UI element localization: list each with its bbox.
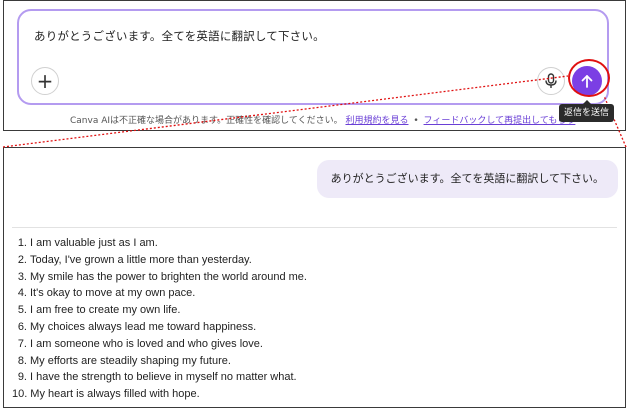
prompt-input[interactable]: ありがとうございます。全てを英語に翻訳して下さい。	[34, 28, 325, 44]
disclaimer-separator: •	[413, 116, 419, 126]
list-item: 9. I have the strength to believe in myse…	[17, 371, 297, 384]
list-item: 4. It's okay to move at my own pace.	[17, 287, 196, 300]
user-message-bubble: ありがとうございます。全てを英語に翻訳して下さい。	[316, 160, 618, 198]
feedback-link[interactable]: フィードバックして再提出してもらう	[424, 116, 576, 126]
list-item: 3. My smile has the power to brighten the…	[17, 270, 307, 283]
send-tooltip: 返信を送信	[559, 100, 615, 122]
conversation-panel: ありがとうございます。全てを英語に翻訳して下さい。 1. I am valuabl…	[3, 147, 626, 408]
add-attachment-button[interactable]: +	[31, 67, 59, 95]
plus-icon: +	[36, 69, 54, 93]
prompt-panel: ありがとうございます。全てを英語に翻訳して下さい。 + 返信を送信 Canva …	[3, 0, 626, 131]
disclaimer-text: Canva AIは不正確な場合があります。正確性を確認してください。	[70, 116, 343, 126]
message-divider	[12, 227, 617, 228]
list-item: 2. Today, I've grown a little more than y…	[17, 253, 252, 266]
list-item: 7. I am someone who is loved and who give…	[17, 337, 263, 350]
list-item: 5. I am free to create my own life.	[17, 304, 181, 317]
terms-link[interactable]: 利用規約を見る	[345, 116, 408, 126]
list-item: 6. My choices always lead me toward happi…	[17, 320, 257, 333]
list-item: 8. My efforts are steadily shaping my fut…	[17, 354, 231, 367]
microphone-icon	[545, 73, 557, 88]
voice-input-button[interactable]	[537, 67, 565, 95]
send-button-highlight	[568, 59, 610, 97]
ai-disclaimer: Canva AIは不正確な場合があります。正確性を確認してください。 利用規約を…	[70, 113, 575, 126]
list-item: 10. My heart is always filled with hope.	[12, 388, 200, 401]
list-item: 1. I am valuable just as I am.	[17, 237, 158, 249]
assistant-answer-list: 1. I am valuable just as I am. 2. Today, I…	[12, 235, 307, 403]
prompt-composer[interactable]: ありがとうございます。全てを英語に翻訳して下さい。 +	[17, 9, 609, 105]
